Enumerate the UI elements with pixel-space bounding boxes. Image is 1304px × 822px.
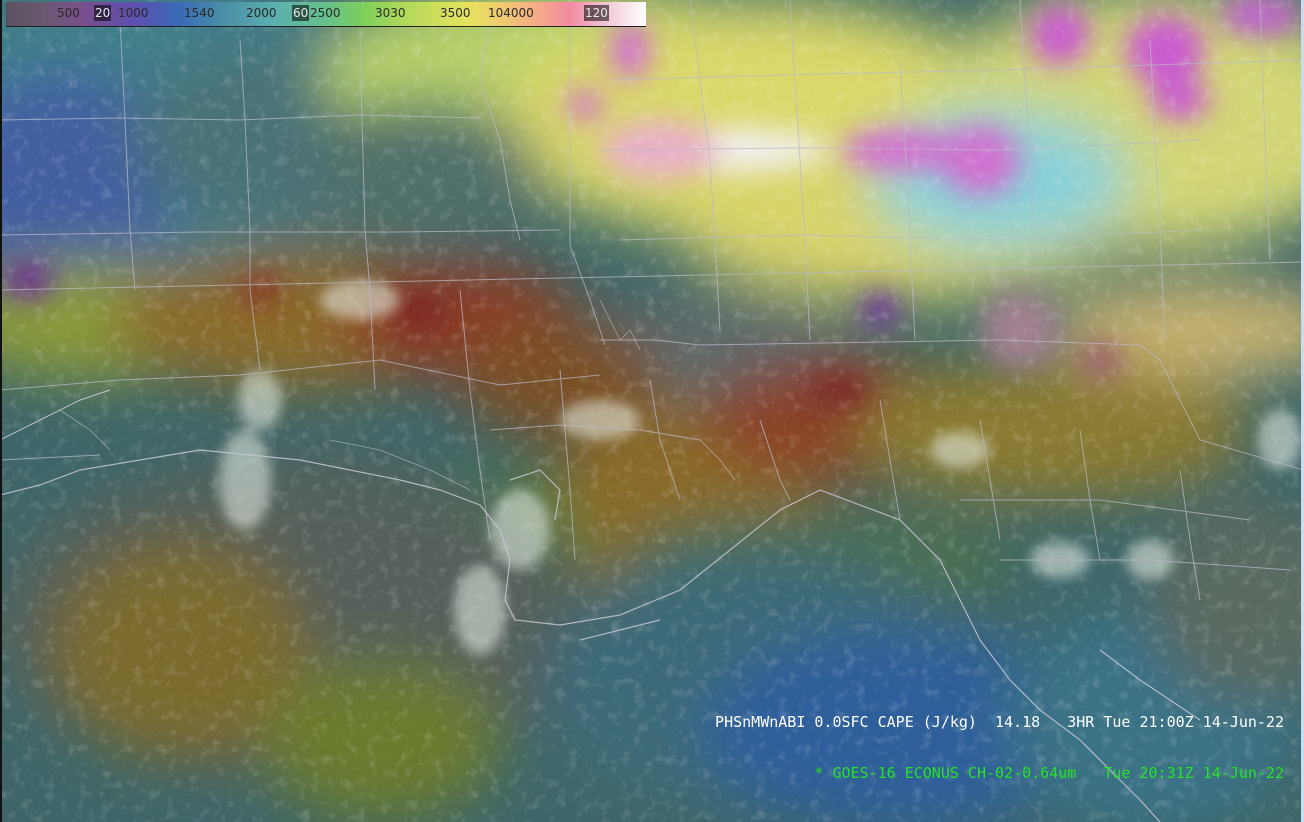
cape-colorbar: 500 20 1000 1540 2000 60 2500 3030 3500 … (6, 2, 646, 27)
colorbar-label: 3500 (440, 6, 471, 20)
colorbar-label: 120 (584, 5, 609, 21)
product-readout: PHSnMWnABI 0.0SFC CAPE (J/kg) 14.18 3HR … (715, 680, 1284, 816)
colorbar-label: 104000 (488, 6, 534, 20)
colorbar-label: 3030 (375, 6, 406, 20)
cape-product-info: PHSnMWnABI 0.0SFC CAPE (J/kg) 14.18 3HR … (715, 713, 1284, 731)
viewer-left-edge (0, 0, 2, 822)
satellite-product-info: * GOES-16 ECONUS CH-02-0.64um Tue 20:31Z… (814, 764, 1284, 782)
colorbar-label: 20 (94, 5, 112, 21)
colorbar-label: 60 (292, 5, 310, 21)
colorbar-label: 1540 (184, 6, 215, 20)
colorbar-label: 500 (57, 6, 80, 20)
colorbar-label: 1000 (118, 6, 149, 20)
colorbar-label: 2500 (310, 6, 341, 20)
map-viewer[interactable]: 500 20 1000 1540 2000 60 2500 3030 3500 … (0, 0, 1304, 822)
colorbar-label: 2000 (246, 6, 277, 20)
